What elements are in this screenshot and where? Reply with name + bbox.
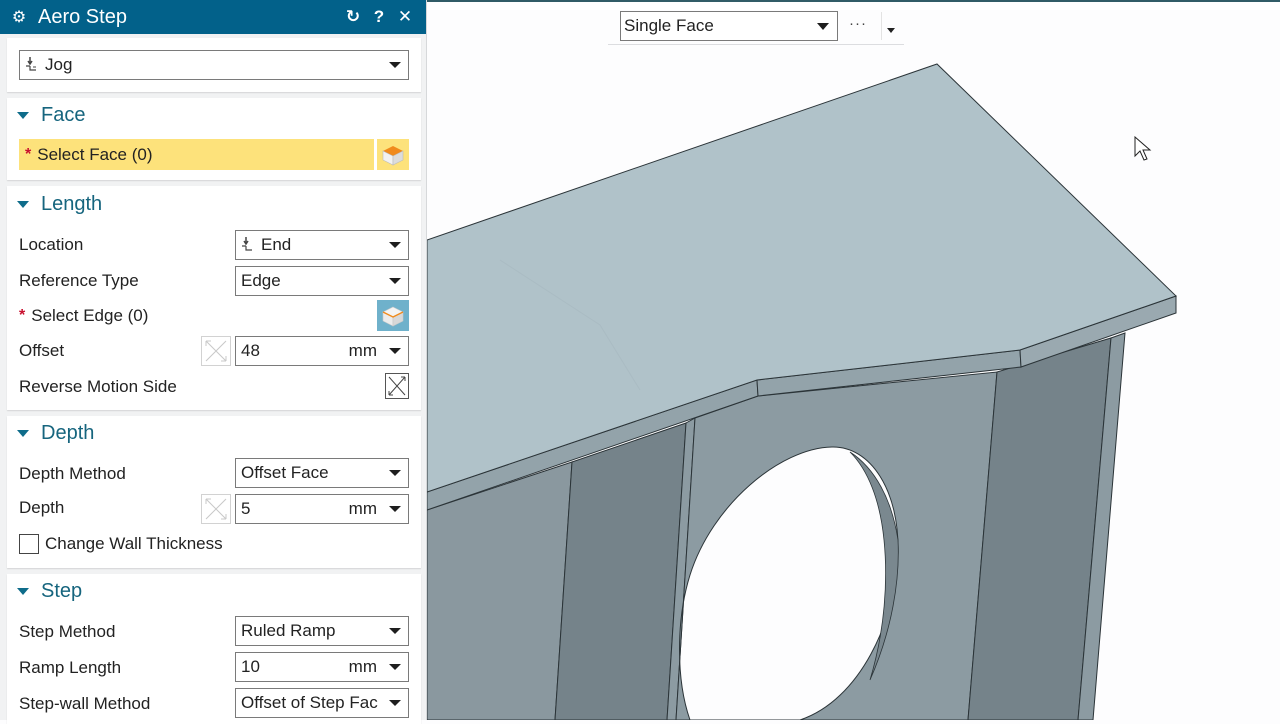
collapse-triangle-icon: [17, 111, 29, 119]
depth-group: Depth Depth Method Offset Face Depth 5 m…: [7, 416, 421, 568]
selection-toolbar: Single Face ···: [608, 8, 904, 45]
offset-unit: mm: [348, 341, 377, 360]
selection-filter-value: Single Face: [624, 16, 714, 35]
chevron-down-icon: [389, 278, 401, 284]
depth-group-header[interactable]: Depth: [7, 418, 421, 448]
formula-icon: [205, 498, 227, 520]
collapse-triangle-icon: [17, 587, 29, 595]
required-marker: *: [25, 145, 32, 163]
reference-type-select[interactable]: Edge: [235, 266, 409, 296]
depth-input[interactable]: 5 mm: [235, 494, 409, 524]
offset-value: 48: [241, 341, 260, 360]
toolbar-overflow-icon[interactable]: [887, 28, 895, 33]
face-select-icon: [382, 145, 404, 165]
chevron-down-icon: [389, 628, 401, 634]
length-group-header[interactable]: Length: [7, 189, 421, 219]
collapse-triangle-icon: [17, 429, 29, 437]
dialog-title: Aero Step: [38, 5, 127, 28]
length-group-title: Length: [41, 192, 103, 215]
more-options-button[interactable]: ···: [846, 12, 870, 40]
required-marker: *: [19, 307, 26, 324]
depth-value: 5: [241, 499, 251, 518]
ramp-length-unit: mm: [348, 657, 377, 676]
type-group: Jog: [7, 38, 421, 92]
help-icon: ?: [373, 7, 385, 26]
depth-formula-button[interactable]: [201, 494, 231, 524]
select-edge-row[interactable]: * Select Edge (0): [19, 301, 409, 331]
dialog-titlebar[interactable]: ⚙ Aero Step ↻ ? ✕: [0, 0, 426, 34]
step-wall-method-value: Offset of Step Fac: [241, 693, 378, 712]
select-face-field[interactable]: * Select Face (0): [19, 139, 374, 170]
chevron-down-icon: [389, 62, 401, 68]
formula-icon: [205, 340, 227, 362]
toolbar-separator: [881, 12, 882, 40]
reverse-motion-label: Reverse Motion Side: [19, 377, 177, 396]
gear-icon: ⚙: [11, 9, 27, 26]
select-face-label: Select Face (0): [37, 144, 153, 164]
reverse-motion-row: Reverse Motion Side: [19, 372, 409, 402]
offset-formula-button[interactable]: [201, 336, 231, 366]
chevron-down-icon: [389, 348, 401, 354]
change-wall-thickness-label: Change Wall Thickness: [45, 534, 223, 553]
graphics-viewport[interactable]: [427, 2, 1280, 720]
chevron-down-icon: [389, 700, 401, 706]
select-edge-label: Select Edge (0): [31, 306, 149, 325]
reset-button[interactable]: ↻: [340, 4, 366, 30]
depth-method-select[interactable]: Offset Face: [235, 458, 409, 488]
reset-icon: ↻: [345, 7, 361, 26]
chevron-down-icon: [389, 470, 401, 476]
reverse-direction-icon: [388, 376, 406, 396]
chevron-down-icon: [817, 22, 829, 30]
depth-group-title: Depth: [41, 421, 95, 444]
model-rib-left[interactable]: [554, 422, 687, 720]
help-button[interactable]: ?: [366, 4, 392, 30]
location-value: End: [261, 235, 292, 254]
close-button[interactable]: ✕: [392, 4, 418, 30]
mouse-cursor-icon: [1134, 136, 1152, 161]
type-select-value: Jog: [45, 55, 73, 74]
depth-unit: mm: [348, 499, 377, 518]
depth-method-value: Offset Face: [241, 463, 329, 482]
reverse-motion-button[interactable]: [385, 373, 409, 399]
step-method-select[interactable]: Ruled Ramp: [235, 616, 409, 646]
ramp-length-input[interactable]: 10 mm: [235, 652, 409, 682]
reference-type-value: Edge: [241, 271, 281, 290]
jog-icon: [25, 56, 41, 74]
step-group-title: Step: [41, 579, 83, 602]
step-method-value: Ruled Ramp: [241, 621, 336, 640]
chevron-down-icon: [389, 506, 401, 512]
face-group-title: Face: [41, 103, 86, 126]
select-face-button[interactable]: [377, 139, 409, 170]
step-group: Step Step Method Ruled Ramp Ramp Length …: [7, 574, 421, 724]
edge-select-icon: [382, 306, 404, 326]
face-group-header[interactable]: Face: [7, 100, 421, 130]
chevron-down-icon: [389, 664, 401, 670]
select-edge-button[interactable]: [377, 300, 409, 331]
change-wall-thickness-row[interactable]: Change Wall Thickness: [19, 529, 409, 559]
change-wall-thickness-checkbox[interactable]: [19, 534, 39, 554]
ramp-length-value: 10: [241, 657, 260, 676]
face-group: Face * Select Face (0): [7, 98, 421, 180]
jog-icon: [241, 236, 257, 254]
collapse-triangle-icon: [17, 200, 29, 208]
offset-input[interactable]: 48 mm: [235, 336, 409, 366]
aero-step-dialog: ⚙ Aero Step ↻ ? ✕ Jog Face * Select Face…: [0, 0, 427, 724]
step-wall-method-select[interactable]: Offset of Step Fac: [235, 688, 409, 718]
model-wall-center[interactable]: [675, 371, 998, 720]
length-group: Length Location End Reference Type Edge …: [7, 186, 421, 410]
location-select[interactable]: End: [235, 230, 409, 260]
step-group-header[interactable]: Step: [7, 576, 421, 606]
selection-filter-select[interactable]: Single Face: [620, 11, 838, 41]
type-select[interactable]: Jog: [19, 50, 409, 80]
chevron-down-icon: [389, 242, 401, 248]
close-icon: ✕: [397, 7, 413, 26]
